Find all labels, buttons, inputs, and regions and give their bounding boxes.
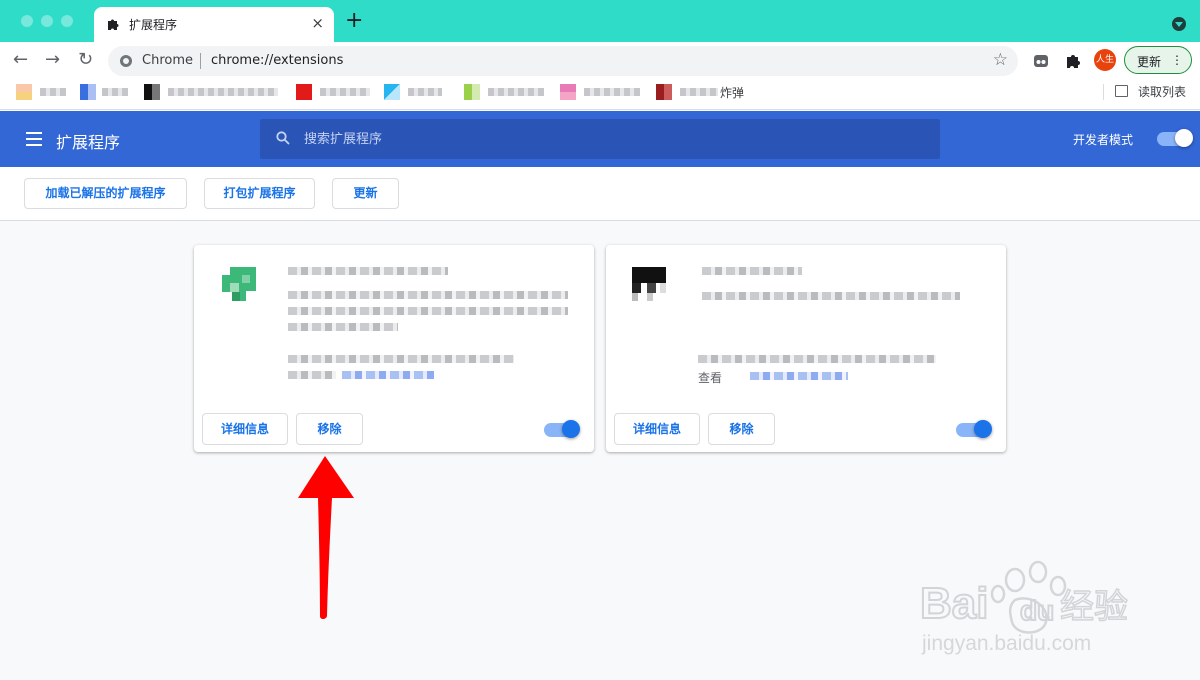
- extension-description: [702, 292, 960, 300]
- bookmark-label[interactable]: [488, 88, 544, 96]
- details-button[interactable]: 详细信息: [202, 413, 288, 445]
- bookmark-label[interactable]: [320, 88, 370, 96]
- bookmark-label-visible[interactable]: 炸弹: [720, 84, 744, 101]
- load-unpacked-button[interactable]: 加载已解压的扩展程序: [24, 178, 187, 209]
- green-extension-icon: [222, 267, 256, 301]
- bookmark-favicon[interactable]: [656, 84, 672, 100]
- address-divider: [200, 53, 201, 69]
- extension-card: 详细信息 移除: [194, 245, 594, 452]
- menu-icon[interactable]: [26, 132, 42, 146]
- extension-enable-toggle[interactable]: [956, 420, 992, 438]
- baidu-watermark-logo: Bai du 经验 jingyan.baidu.com: [920, 560, 1129, 655]
- zoom-window-button[interactable]: [61, 15, 73, 27]
- search-icon: [276, 131, 290, 145]
- extension-card: 查看 详细信息 移除: [606, 245, 1006, 452]
- close-window-button[interactable]: [21, 15, 33, 27]
- address-scheme-label: Chrome: [142, 53, 193, 68]
- extension-name: [702, 267, 802, 275]
- bookmark-favicon[interactable]: [384, 84, 400, 100]
- extension-description: [288, 291, 568, 299]
- bookmark-label[interactable]: [168, 88, 278, 96]
- inspect-views-link[interactable]: [342, 371, 434, 379]
- developer-mode-toggle[interactable]: [1157, 129, 1193, 147]
- browser-update-button[interactable]: 更新 ⋮: [1124, 46, 1192, 74]
- watermark-url: jingyan.baidu.com: [921, 632, 1091, 655]
- tab-title: 扩展程序: [129, 18, 178, 32]
- reading-list-icon[interactable]: [1115, 85, 1128, 97]
- inspect-views-label: 查看: [698, 371, 723, 385]
- address-url[interactable]: chrome://extensions: [211, 53, 343, 68]
- bookmark-favicon[interactable]: [16, 84, 32, 100]
- tab-extensions[interactable]: 扩展程序 ×: [94, 7, 334, 42]
- browser-update-label: 更新: [1137, 55, 1162, 69]
- remove-button[interactable]: 移除: [708, 413, 775, 445]
- developer-mode-label: 开发者模式: [1073, 133, 1134, 147]
- page-title: 扩展程序: [56, 133, 121, 152]
- minimize-window-button[interactable]: [41, 15, 53, 27]
- more-menu-icon[interactable]: ⋮: [1171, 53, 1183, 67]
- forward-button[interactable]: →: [45, 50, 60, 70]
- bookmark-label[interactable]: [102, 88, 128, 96]
- close-tab-icon[interactable]: ×: [311, 15, 324, 31]
- new-tab-button[interactable]: +: [345, 10, 363, 32]
- bookmarks-bar: 炸弹 读取列表: [0, 80, 1200, 110]
- remove-button[interactable]: 移除: [296, 413, 363, 445]
- bookmark-favicon[interactable]: [464, 84, 480, 100]
- extension-id: [698, 355, 936, 363]
- reload-button[interactable]: ↻: [78, 50, 93, 70]
- reading-list-button[interactable]: 读取列表: [1138, 83, 1186, 100]
- bookmark-label[interactable]: [408, 88, 442, 96]
- extension-description: [288, 323, 398, 331]
- chrome-site-icon: [120, 55, 132, 67]
- search-bar[interactable]: [260, 119, 940, 159]
- black-extension-icon: [632, 267, 666, 301]
- back-button[interactable]: ←: [13, 50, 28, 70]
- extension-name: [288, 267, 448, 275]
- tab-strip: 扩展程序 × +: [0, 0, 1200, 42]
- details-button[interactable]: 详细信息: [614, 413, 700, 445]
- profile-avatar[interactable]: 人生: [1094, 49, 1116, 71]
- search-input[interactable]: [304, 119, 924, 159]
- watermark-brand-suffix: du: [1020, 595, 1054, 626]
- extensions-puzzle-icon[interactable]: [1064, 52, 1082, 70]
- puzzle-icon: [108, 19, 119, 30]
- inspect-views-label: [288, 371, 336, 379]
- bookmark-label[interactable]: [40, 88, 66, 96]
- tab-search-button[interactable]: [1172, 17, 1186, 31]
- extension-id: [288, 355, 514, 363]
- bookmark-label[interactable]: [680, 88, 718, 96]
- inspect-views-link[interactable]: [750, 372, 848, 380]
- bookmark-favicon[interactable]: [560, 84, 576, 100]
- extension-enable-toggle[interactable]: [544, 420, 580, 438]
- watermark-brand: Bai: [920, 579, 988, 628]
- bookmark-star-icon[interactable]: ☆: [993, 50, 1008, 70]
- extensions-header: 扩展程序 开发者模式: [0, 111, 1200, 167]
- address-bar[interactable]: Chrome chrome://extensions ☆: [108, 46, 1018, 76]
- browser-toolbar: ← → ↻ Chrome chrome://extensions ☆ 人生 更新…: [0, 42, 1200, 80]
- annotation-arrow: [298, 456, 354, 619]
- update-extensions-button[interactable]: 更新: [332, 178, 399, 209]
- extension-description: [288, 307, 568, 315]
- reading-list-divider: [1103, 84, 1104, 100]
- reading-mode-icon[interactable]: [1032, 52, 1050, 70]
- bookmark-label[interactable]: [584, 88, 640, 96]
- bookmark-favicon[interactable]: [144, 84, 160, 100]
- developer-actions-bar: 加载已解压的扩展程序 打包扩展程序 更新: [0, 167, 1200, 221]
- bookmark-favicon[interactable]: [80, 84, 96, 100]
- bookmark-favicon[interactable]: [296, 84, 312, 100]
- watermark-product: 经验: [1060, 587, 1128, 627]
- pack-extension-button[interactable]: 打包扩展程序: [204, 178, 315, 209]
